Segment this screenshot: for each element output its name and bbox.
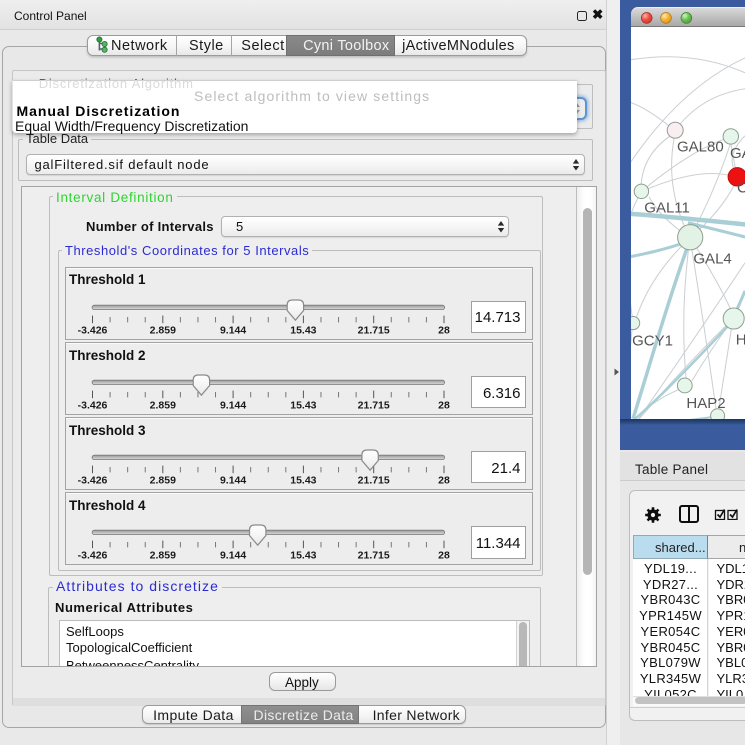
svg-text:-3.426: -3.426 bbox=[77, 476, 107, 487]
svg-text:2.859: 2.859 bbox=[149, 551, 175, 562]
svg-text:28: 28 bbox=[438, 400, 450, 411]
svg-text:9.144: 9.144 bbox=[219, 551, 245, 562]
svg-text:-3.426: -3.426 bbox=[77, 325, 107, 336]
svg-text:9.144: 9.144 bbox=[219, 325, 245, 336]
svg-text:21.715: 21.715 bbox=[357, 476, 389, 487]
svg-text:9.144: 9.144 bbox=[219, 400, 245, 411]
svg-text:GCY1: GCY1 bbox=[632, 332, 673, 349]
svg-text:28: 28 bbox=[438, 551, 450, 562]
svg-text:CD: CD bbox=[737, 179, 745, 196]
svg-text:21.715: 21.715 bbox=[357, 400, 389, 411]
svg-text:-3.426: -3.426 bbox=[77, 400, 107, 411]
svg-text:15.43: 15.43 bbox=[290, 325, 316, 336]
svg-text:HAP2: HAP2 bbox=[686, 394, 725, 411]
svg-text:15.43: 15.43 bbox=[290, 551, 316, 562]
svg-text:21.715: 21.715 bbox=[357, 325, 389, 336]
svg-text:2.859: 2.859 bbox=[149, 476, 175, 487]
svg-text:2.859: 2.859 bbox=[149, 325, 175, 336]
svg-text:HIS4: HIS4 bbox=[736, 331, 745, 348]
svg-text:9.144: 9.144 bbox=[219, 476, 245, 487]
svg-text:28: 28 bbox=[438, 476, 450, 487]
svg-text:28: 28 bbox=[438, 325, 450, 336]
svg-text:21.715: 21.715 bbox=[357, 551, 389, 562]
svg-text:2.859: 2.859 bbox=[149, 400, 175, 411]
svg-text:GAL80: GAL80 bbox=[677, 138, 724, 155]
svg-text:15.43: 15.43 bbox=[290, 476, 316, 487]
svg-text:GAL11: GAL11 bbox=[644, 199, 690, 216]
svg-text:-3.426: -3.426 bbox=[77, 551, 107, 562]
svg-text:GA: GA bbox=[730, 144, 745, 161]
svg-text:GAL4: GAL4 bbox=[693, 250, 731, 267]
svg-text:15.43: 15.43 bbox=[290, 400, 316, 411]
